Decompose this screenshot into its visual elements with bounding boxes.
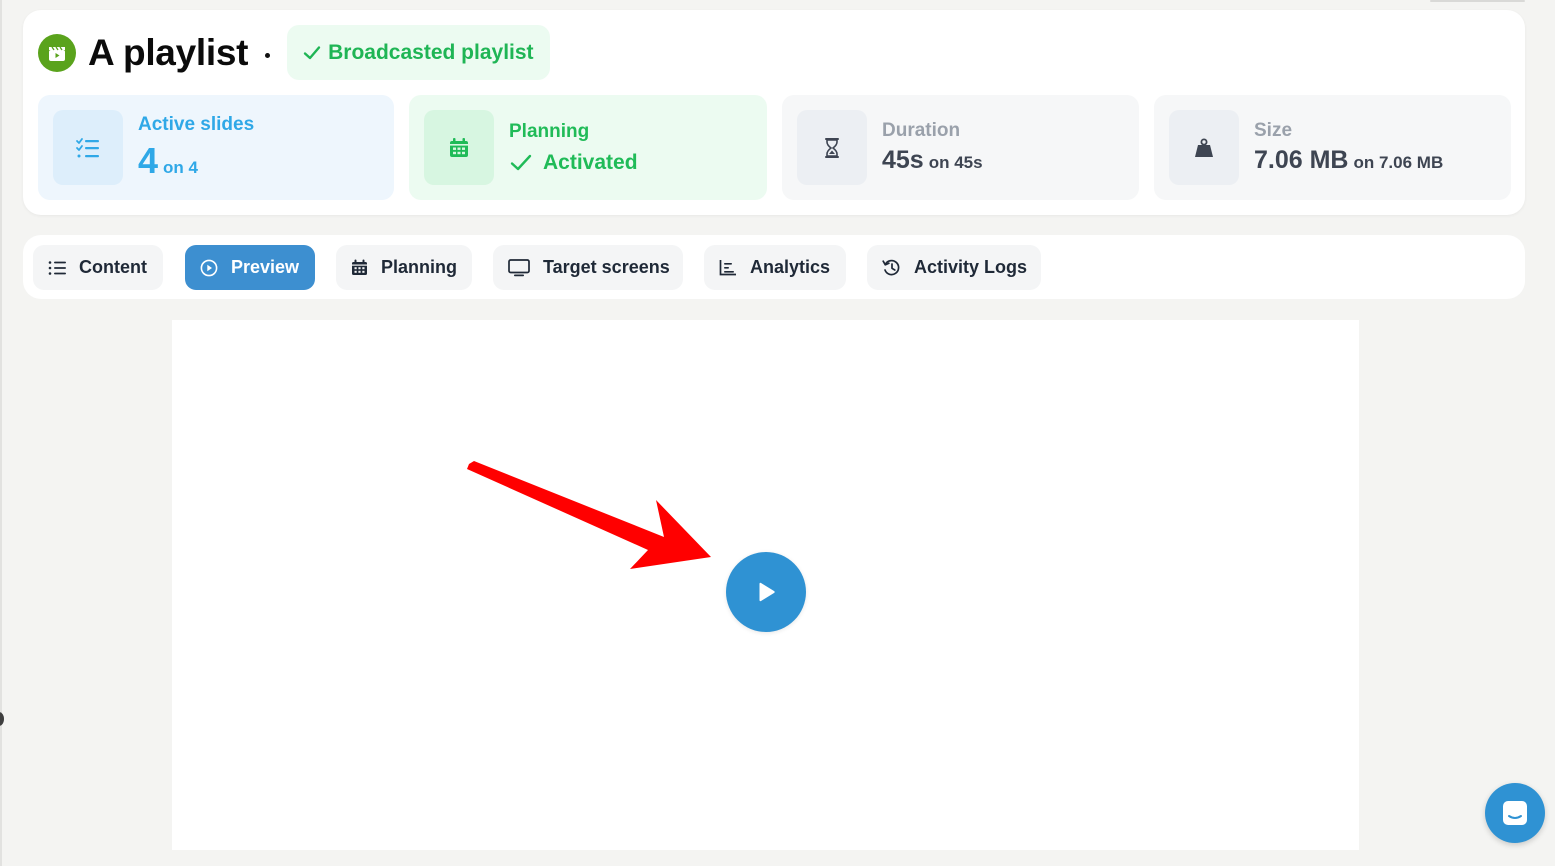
playlist-clapper-icon (38, 33, 76, 72)
weight-icon (1169, 110, 1239, 185)
stat-total: on 7.06 MB (1353, 153, 1444, 172)
stat-value: 4 (138, 139, 159, 181)
stat-value: 7.06 MB (1254, 146, 1349, 174)
list-icon (48, 260, 66, 275)
status-badge: Broadcasted playlist (287, 25, 550, 80)
calendar-icon (424, 110, 494, 185)
annotation-arrow (467, 461, 711, 569)
title-separator-dot (265, 53, 271, 58)
stat-label: Duration (882, 120, 961, 141)
tab-preview[interactable]: Preview (185, 245, 315, 290)
tab-activity-logs[interactable]: Activity Logs (867, 245, 1041, 290)
tab-bar: Content Preview Planning Target screens (23, 235, 1525, 299)
stat-value: Activated (543, 150, 638, 174)
history-icon (882, 259, 900, 275)
tab-planning[interactable]: Planning (336, 245, 472, 290)
tab-label: Preview (231, 257, 300, 277)
monitor-icon (508, 258, 530, 276)
page-title: A playlist (88, 31, 249, 73)
playlist-header-card: A playlist Broadcasted playlist Active s… (23, 10, 1525, 215)
chat-launcher-button[interactable] (1485, 783, 1545, 843)
check-icon (510, 154, 532, 170)
play-icon (759, 582, 775, 602)
stat-size: Size 7.06 MB on 7.06 MB (1154, 95, 1511, 200)
tab-target-screens[interactable]: Target screens (493, 245, 683, 290)
tab-analytics[interactable]: Analytics (704, 245, 846, 290)
drag-handle[interactable] (0, 712, 4, 726)
play-button[interactable] (726, 552, 806, 632)
chat-icon (1503, 801, 1527, 825)
stat-planning: Planning Activated (409, 95, 767, 200)
stat-label: Size (1254, 120, 1293, 141)
tab-label: Planning (381, 257, 457, 277)
tab-label: Content (79, 257, 147, 277)
chart-icon (719, 260, 736, 276)
stat-duration: Duration 45s on 45s (782, 95, 1139, 200)
play-circle-icon (200, 259, 218, 276)
tab-label: Analytics (750, 257, 831, 277)
hourglass-icon (797, 110, 867, 185)
title-row: A playlist Broadcasted playlist (38, 25, 550, 80)
tab-label: Target screens (543, 257, 670, 277)
tab-label: Activity Logs (914, 257, 1028, 277)
stat-value: 45s (882, 146, 924, 174)
stat-total: on 4 (163, 157, 198, 177)
stat-active-slides: Active slides 4 on 4 (38, 95, 394, 200)
status-badge-label: Broadcasted playlist (328, 40, 534, 64)
left-edge-rule (0, 0, 2, 866)
check-icon (303, 45, 321, 59)
checklist-icon (53, 110, 123, 185)
stat-total: on 45s (928, 153, 983, 172)
calendar-icon (352, 259, 367, 275)
stat-label: Planning (509, 120, 590, 142)
tab-content[interactable]: Content (33, 245, 163, 290)
stat-label: Active slides (138, 113, 255, 135)
top-edge-hint (1430, 0, 1525, 2)
